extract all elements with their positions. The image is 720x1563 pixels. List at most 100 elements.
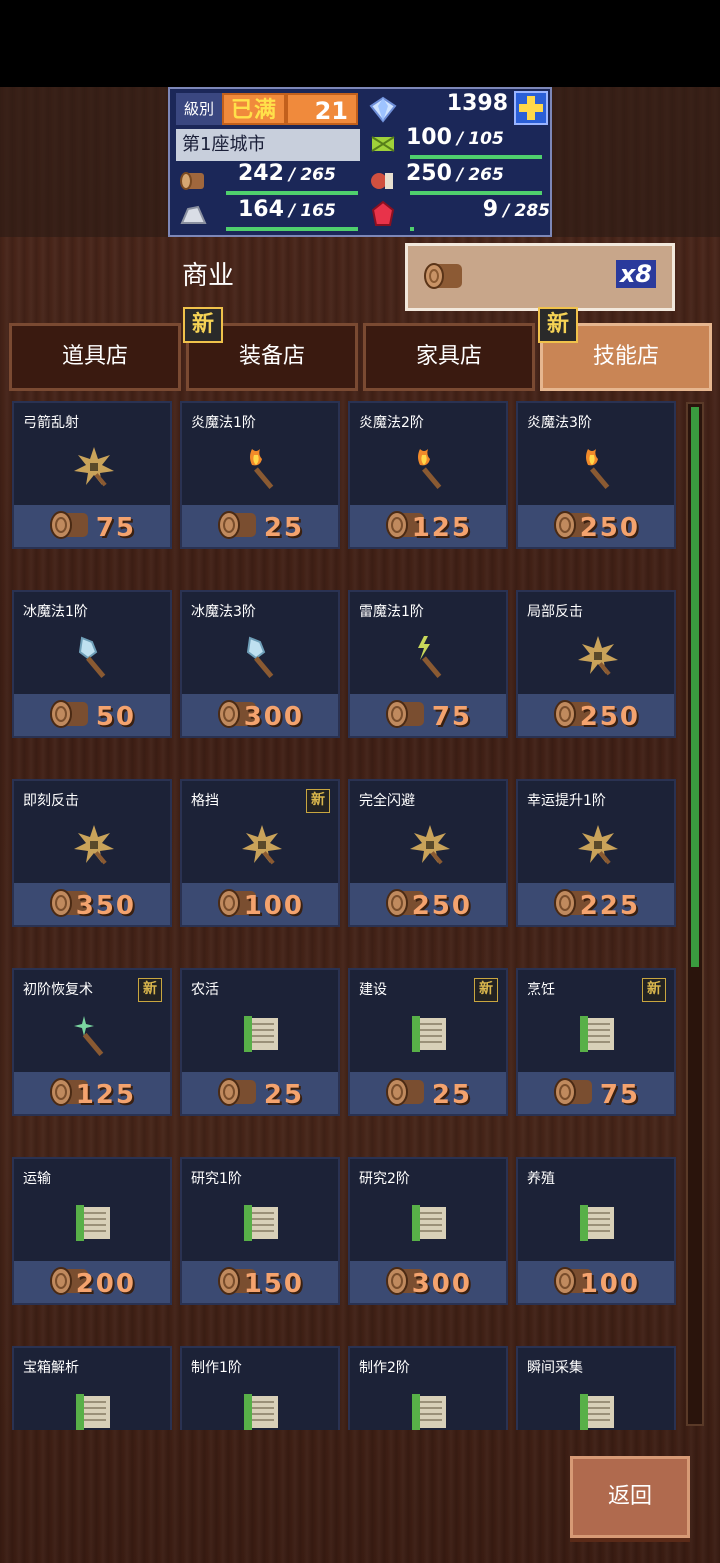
item-card[interactable]: 雷魔法1阶 75 xyxy=(348,590,508,738)
item-price: 25 xyxy=(263,513,304,543)
item-card[interactable]: 冰魔法1阶 50 xyxy=(12,590,172,738)
food-bar xyxy=(410,191,542,195)
price-bar xyxy=(182,505,338,547)
scroll-icon xyxy=(238,1010,286,1058)
ruby-icon xyxy=(371,200,395,226)
item-name: 烹饪 xyxy=(527,982,555,998)
heal-staff-icon xyxy=(70,1010,118,1058)
item-card[interactable]: 炎魔法2阶 125 xyxy=(348,401,508,549)
item-price: 225 xyxy=(579,891,640,921)
item-name: 农活 xyxy=(191,982,219,998)
item-name: 研究2阶 xyxy=(359,1171,410,1187)
tab-furniture[interactable]: 家具店 xyxy=(363,323,535,391)
wood-log-icon xyxy=(48,505,92,545)
level-value: 21 xyxy=(286,93,358,125)
item-price: 300 xyxy=(411,1269,472,1299)
item-price: 25 xyxy=(263,1080,304,1110)
item-card[interactable]: 炎魔法1阶 25 xyxy=(180,401,340,549)
item-name: 制作1阶 xyxy=(191,1360,242,1376)
item-price: 150 xyxy=(243,1269,304,1299)
scroll-icon xyxy=(574,1199,622,1247)
item-name: 完全闪避 xyxy=(359,793,415,809)
item-card[interactable]: 养殖 100 xyxy=(516,1157,676,1305)
item-card[interactable]: 制作2阶 xyxy=(348,1346,508,1430)
item-card[interactable]: 格挡 新 100 xyxy=(180,779,340,927)
star-mace-icon xyxy=(238,821,286,869)
level-max-badge: 已满 xyxy=(222,93,286,125)
tab-items[interactable]: 道具店 xyxy=(9,323,181,391)
item-price: 100 xyxy=(579,1269,640,1299)
currency-count: x8 xyxy=(615,260,656,288)
scroll-icon xyxy=(574,1010,622,1058)
grass-bar xyxy=(410,155,542,159)
item-card[interactable]: 冰魔法3阶 300 xyxy=(180,590,340,738)
scrollbar[interactable] xyxy=(686,402,704,1426)
item-card[interactable]: 即刻反击 350 xyxy=(12,779,172,927)
price-bar xyxy=(182,1072,338,1114)
city-name: 第1座城市 xyxy=(176,129,360,161)
wood-log-icon xyxy=(180,172,204,190)
item-card[interactable]: 研究1阶 150 xyxy=(180,1157,340,1305)
scroll-icon xyxy=(238,1199,286,1247)
item-name: 建设 xyxy=(359,982,387,998)
stone-bar xyxy=(226,227,358,231)
add-diamonds-button[interactable] xyxy=(514,91,548,125)
item-price: 250 xyxy=(579,513,640,543)
item-card[interactable]: 完全闪避 250 xyxy=(348,779,508,927)
item-card[interactable]: 研究2阶 300 xyxy=(348,1157,508,1305)
fire-staff-icon xyxy=(574,443,622,491)
item-price: 350 xyxy=(75,891,136,921)
scroll-thumb[interactable] xyxy=(691,407,699,967)
item-price: 125 xyxy=(411,513,472,543)
item-price: 75 xyxy=(95,513,136,543)
item-card[interactable]: 局部反击 250 xyxy=(516,590,676,738)
item-card[interactable]: 宝箱解析 xyxy=(12,1346,172,1430)
new-badge: 新 xyxy=(306,789,330,813)
wood-amount: 242 / 265 xyxy=(238,161,336,186)
item-price: 300 xyxy=(243,702,304,732)
thunder-staff-icon xyxy=(406,632,454,680)
currency-box: x8 xyxy=(405,243,675,311)
item-name: 初阶恢复术 xyxy=(23,982,93,998)
item-name: 研究1阶 xyxy=(191,1171,242,1187)
grass-amount: 100 / 105 xyxy=(406,125,504,150)
wood-log-icon xyxy=(216,1072,260,1112)
item-card[interactable]: 烹饪 新 75 xyxy=(516,968,676,1116)
item-price: 125 xyxy=(75,1080,136,1110)
food-amount: 250 / 265 xyxy=(406,161,504,186)
item-name: 即刻反击 xyxy=(23,793,79,809)
food-icon xyxy=(371,173,393,189)
grass-icon xyxy=(371,136,395,152)
item-name: 炎魔法2阶 xyxy=(359,415,424,431)
item-name: 格挡 xyxy=(191,793,219,809)
item-card[interactable]: 炎魔法3阶 250 xyxy=(516,401,676,549)
item-grid: 弓箭乱射 75 炎魔法1阶 25 炎魔法2阶 125 炎魔法3阶 250 冰魔法1阶 50 冰魔法3… xyxy=(8,395,712,1430)
ruby-amount: 9 / 285 xyxy=(482,197,550,222)
new-badge: 新 xyxy=(538,307,578,343)
level-label: 級別 xyxy=(176,93,222,125)
item-card[interactable]: 农活 25 xyxy=(180,968,340,1116)
price-bar xyxy=(14,694,170,736)
item-name: 运输 xyxy=(23,1171,51,1187)
item-card[interactable]: 运输 200 xyxy=(12,1157,172,1305)
item-price: 250 xyxy=(579,702,640,732)
new-badge: 新 xyxy=(183,307,223,343)
new-badge: 新 xyxy=(474,978,498,1002)
item-name: 制作2阶 xyxy=(359,1360,410,1376)
item-card[interactable]: 建设 新 25 xyxy=(348,968,508,1116)
item-card[interactable]: 弓箭乱射 75 xyxy=(12,401,172,549)
page-title: 商业 xyxy=(182,261,235,291)
wood-bar xyxy=(226,191,358,195)
item-card[interactable]: 制作1阶 xyxy=(180,1346,340,1430)
fire-staff-icon xyxy=(238,443,286,491)
item-card[interactable]: 幸运提升1阶 225 xyxy=(516,779,676,927)
plus-icon xyxy=(519,96,543,120)
wood-log-icon xyxy=(384,694,428,734)
back-button[interactable]: 返回 xyxy=(570,1456,690,1538)
item-name: 养殖 xyxy=(527,1171,555,1187)
item-card[interactable]: 初阶恢复术 新 125 xyxy=(12,968,172,1116)
item-card[interactable]: 瞬间采集 xyxy=(516,1346,676,1430)
scroll-icon xyxy=(406,1388,454,1430)
star-mace-icon xyxy=(406,821,454,869)
scroll-icon xyxy=(406,1199,454,1247)
